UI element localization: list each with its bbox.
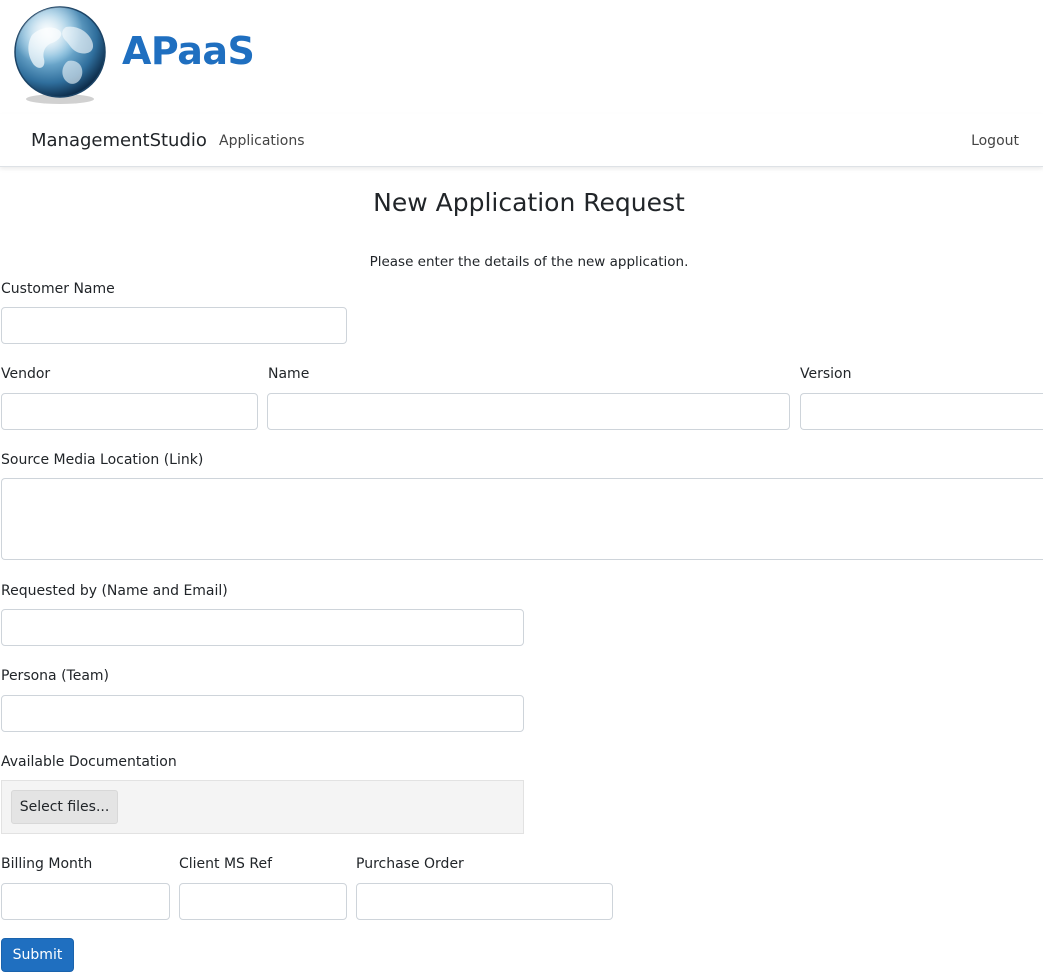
- vendor-input[interactable]: [1, 393, 258, 430]
- select-files-button[interactable]: Select files...: [11, 790, 118, 824]
- file-upload-dropzone[interactable]: Select files...: [1, 780, 524, 834]
- client-ms-ref-input[interactable]: [179, 883, 347, 920]
- billing-month-label: Billing Month: [1, 856, 93, 872]
- source-media-location-label: Source Media Location (Link): [1, 452, 204, 468]
- customer-name-label: Customer Name: [1, 281, 115, 297]
- version-label: Version: [800, 366, 852, 382]
- requested-by-input[interactable]: [1, 609, 524, 646]
- page-title: New Application Request: [373, 188, 685, 217]
- client-ms-ref-label: Client MS Ref: [179, 856, 273, 872]
- requested-by-label: Requested by (Name and Email): [1, 583, 228, 599]
- submit-button[interactable]: Submit: [1, 938, 74, 972]
- page-intro: Please enter the details of the new appl…: [369, 254, 689, 270]
- name-input[interactable]: [267, 393, 790, 430]
- header: APaaS: [0, 0, 1043, 113]
- persona-input[interactable]: [1, 695, 524, 732]
- persona-label: Persona (Team): [1, 668, 110, 684]
- source-media-location-textarea[interactable]: [1, 478, 1043, 560]
- version-input[interactable]: [800, 393, 1043, 430]
- nav-link-applications[interactable]: Applications: [219, 133, 305, 149]
- billing-month-input[interactable]: [1, 883, 170, 920]
- purchase-order-label: Purchase Order: [356, 856, 464, 872]
- top-navbar: ManagementStudio Applications Logout: [0, 114, 1043, 167]
- purchase-order-input[interactable]: [356, 883, 613, 920]
- globe-logo-icon: [14, 6, 106, 104]
- brand-logo-text: APaaS: [122, 29, 255, 73]
- available-documentation-label: Available Documentation: [1, 754, 177, 770]
- navbar-brand[interactable]: ManagementStudio: [31, 130, 207, 151]
- nav-link-logout[interactable]: Logout: [971, 133, 1019, 149]
- vendor-label: Vendor: [1, 366, 51, 382]
- name-label: Name: [268, 366, 310, 382]
- customer-name-input[interactable]: [1, 307, 347, 344]
